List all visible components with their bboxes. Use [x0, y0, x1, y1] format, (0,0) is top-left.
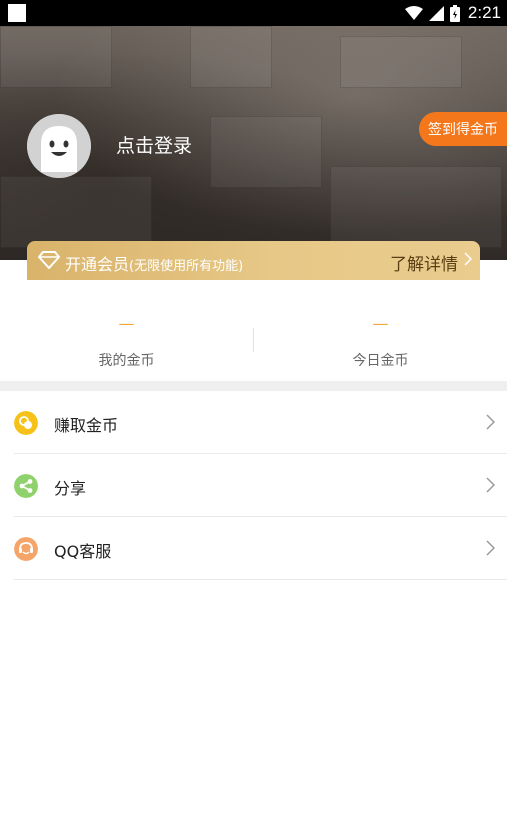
checkin-button[interactable]: 签到得金币: [419, 112, 507, 146]
section-divider: [0, 381, 507, 391]
vip-subtitle: (无限使用所有功能): [129, 259, 244, 274]
vip-title: 开通会员(无限使用所有功能): [65, 251, 243, 275]
coin-icon: [14, 411, 38, 435]
background-texture: [0, 176, 152, 248]
menu-list: 赚取金币 分享 QQ客服: [0, 391, 507, 580]
status-bar: 2:21: [0, 0, 507, 26]
chevron-right-icon: [486, 540, 495, 556]
menu-item-qq-service[interactable]: QQ客服: [0, 517, 507, 580]
menu-item-label: 分享: [54, 479, 87, 498]
vip-details-link[interactable]: 了解详情: [390, 250, 458, 275]
profile-header: 点击登录 签到得金币: [0, 26, 507, 260]
my-coins[interactable]: — 我的金币: [0, 280, 253, 380]
menu-item-share[interactable]: 分享: [0, 454, 507, 517]
diamond-icon: [38, 251, 60, 269]
share-icon: [14, 474, 38, 498]
background-texture: [0, 26, 112, 88]
menu-item-label: 赚取金币: [54, 416, 119, 435]
menu-item-earn-coins[interactable]: 赚取金币: [0, 391, 507, 454]
today-coins-label: 今日金币: [352, 353, 409, 369]
vip-membership-bar[interactable]: 开通会员(无限使用所有功能) 了解详情: [27, 241, 480, 280]
today-coins-value: —: [372, 314, 389, 333]
signal-icon: [428, 5, 444, 21]
vip-title-text: 开通会员: [65, 255, 130, 274]
ghost-avatar-icon: [27, 114, 91, 178]
wifi-icon: [404, 6, 423, 20]
background-texture: [210, 116, 322, 188]
background-texture: [340, 36, 462, 88]
customer-service-icon: [14, 537, 38, 561]
notification-icon: [8, 4, 26, 22]
my-coins-label: 我的金币: [98, 353, 155, 369]
battery-icon: [449, 4, 460, 22]
background-texture: [330, 166, 502, 248]
login-prompt[interactable]: 点击登录: [116, 131, 192, 158]
coin-summary: — 我的金币 — 今日金币: [0, 280, 507, 380]
status-icons: 2:21: [404, 0, 501, 26]
background-texture: [190, 26, 272, 88]
clock-time: 2:21: [467, 3, 501, 22]
chevron-right-icon: [464, 252, 472, 266]
menu-item-label: QQ客服: [54, 542, 112, 561]
my-coins-value: —: [118, 314, 135, 333]
chevron-right-icon: [486, 477, 495, 493]
today-coins[interactable]: — 今日金币: [254, 280, 507, 380]
chevron-right-icon: [486, 414, 495, 430]
avatar[interactable]: [27, 114, 91, 178]
